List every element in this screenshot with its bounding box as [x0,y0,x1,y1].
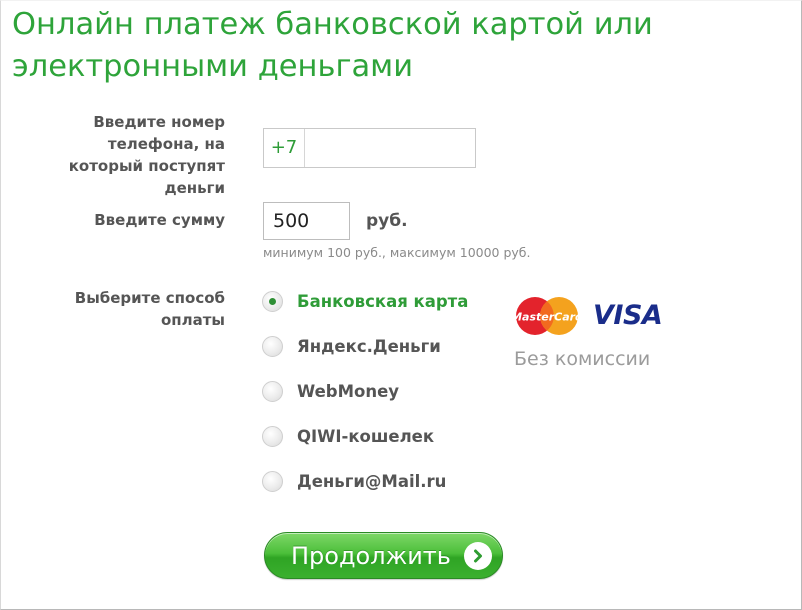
mastercard-logo-icon: MasterCard [513,297,581,335]
payment-option-label: Яндекс.Деньги [297,336,441,356]
payment-option-label: QIWI-кошелек [297,426,435,446]
payment-option-yandex-money[interactable]: Яндекс.Деньги [262,334,441,358]
radio-button-checked[interactable] [262,290,283,312]
continue-button[interactable]: Продолжить [264,532,503,579]
page-title: Онлайн платеж банковской картой или элек… [12,7,653,84]
radio-button[interactable] [262,470,283,492]
payment-method-label: Выберите способ оплаты [74,289,225,329]
sum-hint: минимум 100 руб., максимум 10000 руб. [263,245,531,260]
phone-field: +7 [263,128,476,168]
card-logos: MasterCard VISA [513,296,673,336]
currency-label: руб. [366,211,408,231]
no-commission-note: Без комиссии [514,348,651,370]
sum-label: Введите сумму [94,211,225,229]
radio-button[interactable] [262,425,283,447]
payment-option-bank-card[interactable]: Банковская карта [262,289,468,313]
continue-button-label: Продолжить [291,542,451,570]
payment-option-label: Банковская карта [297,291,469,311]
payment-option-webmoney[interactable]: WebMoney [262,379,399,403]
phone-prefix: +7 [264,129,305,167]
radio-button[interactable] [262,380,283,402]
sum-input[interactable] [263,202,350,240]
arrow-right-circle-icon [464,542,492,570]
visa-logo-icon: VISA [593,300,663,331]
radio-button[interactable] [262,335,283,357]
mastercard-wordmark: MasterCard [513,311,581,324]
payment-option-label: Деньги@Mail.ru [297,471,447,491]
payment-option-label: WebMoney [297,381,400,401]
payment-option-mail-ru[interactable]: Деньги@Mail.ru [262,469,446,493]
phone-label: Введите номер телефона, на который посту… [68,113,225,197]
payment-option-qiwi[interactable]: QIWI-кошелек [262,424,434,448]
phone-input[interactable] [305,129,475,167]
